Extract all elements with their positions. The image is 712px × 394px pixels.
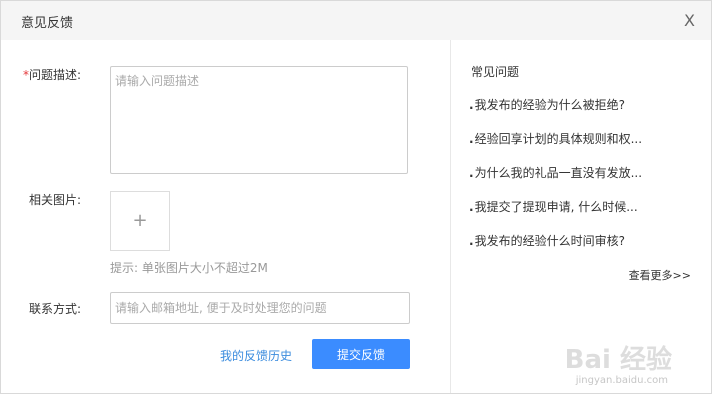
description-label: *问题描述: <box>22 68 81 82</box>
image-upload-button[interactable]: + <box>110 191 170 251</box>
image-size-hint: 提示: 单张图片大小不超过2M <box>110 261 268 275</box>
submit-feedback-button[interactable]: 提交反馈 <box>312 339 410 369</box>
faq-item[interactable]: .我发布的经验为什么被拒绝? <box>469 96 642 130</box>
watermark-url: jingyan.baidu.com <box>575 375 668 386</box>
contact-input[interactable] <box>110 292 410 324</box>
feedback-history-link[interactable]: 我的反馈历史 <box>220 347 292 364</box>
view-more-link[interactable]: 查看更多>> <box>629 267 691 283</box>
dialog-title: 意见反馈 <box>21 16 74 31</box>
image-label: 相关图片: <box>28 193 81 207</box>
faq-item[interactable]: .为什么我的礼品一直没有发放... <box>469 164 642 198</box>
faq-title: 常见问题 <box>471 65 520 79</box>
faq-item[interactable]: .我提交了提现申请, 什么时候... <box>469 198 642 232</box>
description-textarea[interactable] <box>110 66 408 174</box>
baidu-jingyan-watermark: Bai 经验 <box>564 345 672 375</box>
dialog-header: 意见反馈 X <box>1 1 711 40</box>
feedback-dialog: 意见反馈 X *问题描述: 相关图片: + 提示: 单张图片大小不超过2M 联系… <box>0 0 712 394</box>
feedback-form: *问题描述: 相关图片: + 提示: 单张图片大小不超过2M 联系方式: 我的反… <box>1 40 450 393</box>
faq-item[interactable]: .我发布的经验什么时间审核? <box>469 232 642 266</box>
faq-list: .我发布的经验为什么被拒绝? .经验回享计划的具体规则和权... .为什么我的礼… <box>469 96 642 266</box>
plus-icon: + <box>132 210 148 231</box>
contact-label: 联系方式: <box>28 302 81 316</box>
faq-item[interactable]: .经验回享计划的具体规则和权... <box>469 130 642 164</box>
close-icon[interactable]: X <box>684 11 695 30</box>
